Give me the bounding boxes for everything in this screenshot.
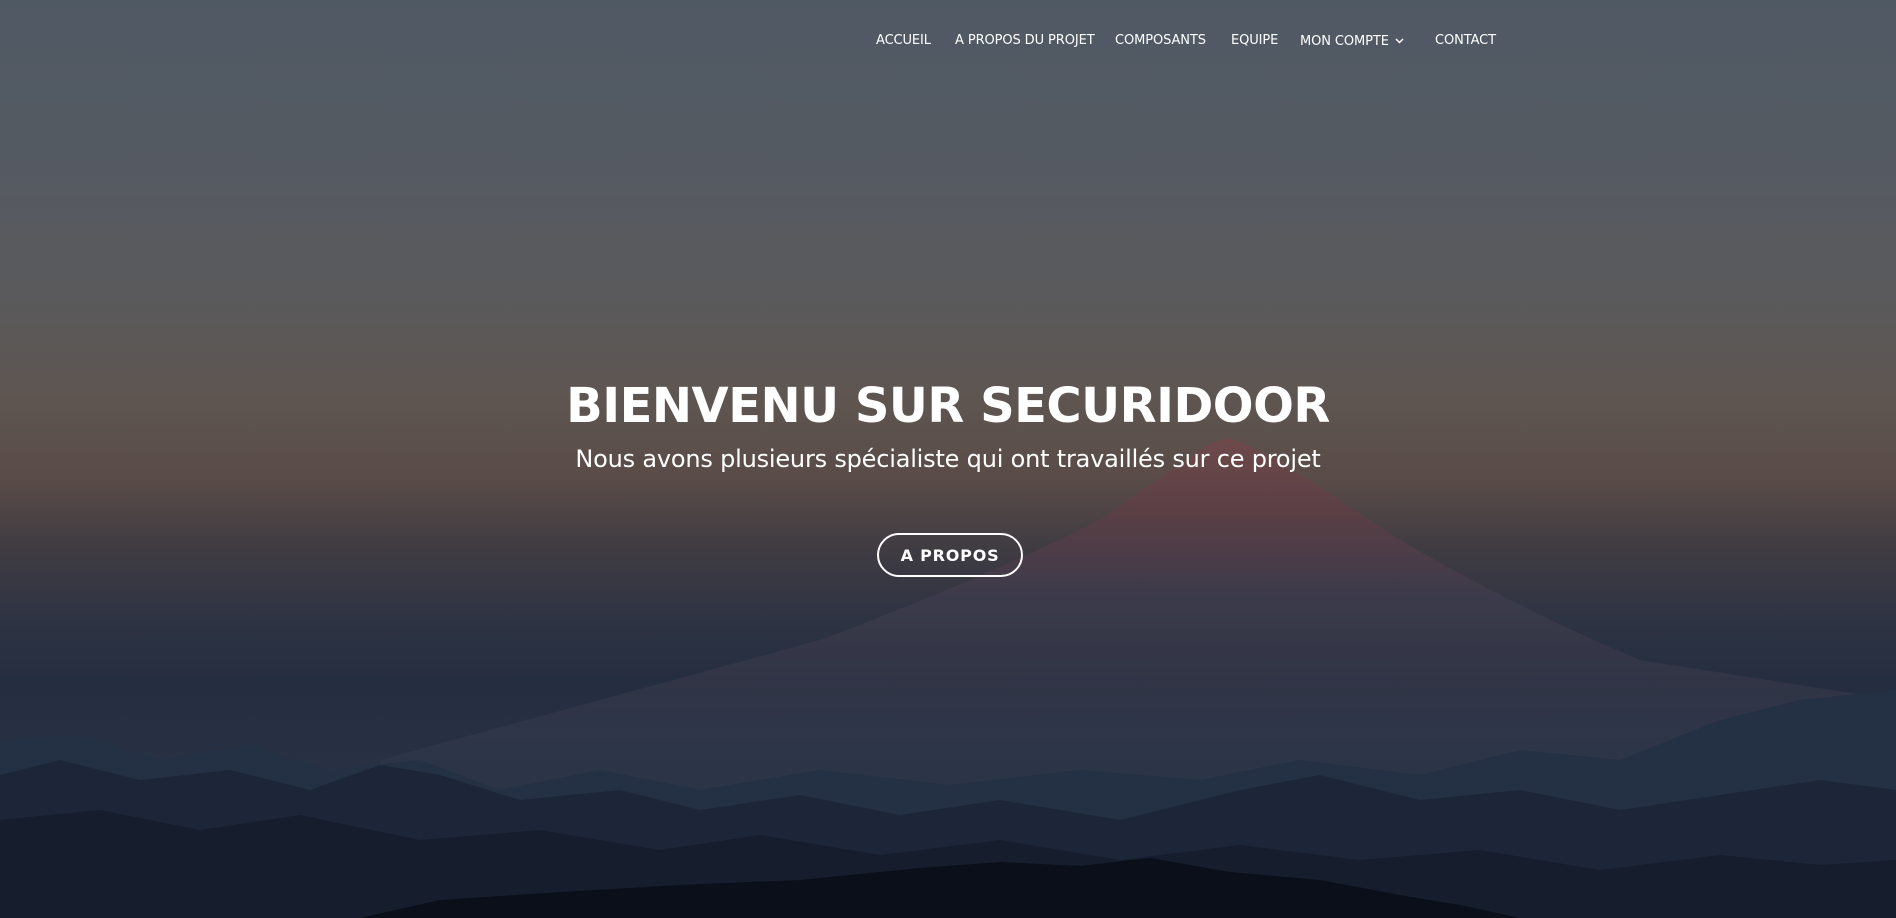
chevron-down-icon [1395, 33, 1404, 48]
hero-subtitle: Nous avons plusieurs spécialiste qui ont… [575, 445, 1321, 473]
nav-item-composants[interactable]: COMPOSANTS [1115, 33, 1206, 48]
nav-item-mon-compte[interactable]: MON COMPTE [1300, 33, 1404, 49]
nav-item-a-propos-du-projet[interactable]: A PROPOS DU PROJET [955, 33, 1095, 48]
hero-section: ACCUEIL A PROPOS DU PROJET COMPOSANTS EQ… [0, 0, 1896, 918]
main-navigation: ACCUEIL A PROPOS DU PROJET COMPOSANTS EQ… [0, 0, 1896, 84]
nav-item-accueil[interactable]: ACCUEIL [876, 33, 931, 48]
a-propos-button[interactable]: A PROPOS [877, 533, 1023, 577]
nav-item-contact[interactable]: CONTACT [1435, 33, 1496, 48]
nav-item-label: MON COMPTE [1300, 34, 1389, 49]
nav-item-equipe[interactable]: EQUIPE [1231, 33, 1278, 48]
hero-title: BIENVENU SUR SECURIDOOR [566, 378, 1330, 434]
